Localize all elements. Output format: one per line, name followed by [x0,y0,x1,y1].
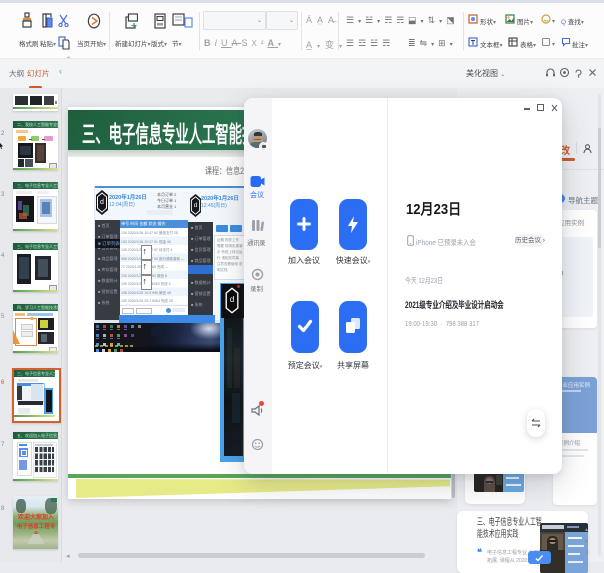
svg-text:d: d [194,202,198,209]
svg-text:d: d [230,295,235,304]
svg-text:d: d [100,199,104,206]
